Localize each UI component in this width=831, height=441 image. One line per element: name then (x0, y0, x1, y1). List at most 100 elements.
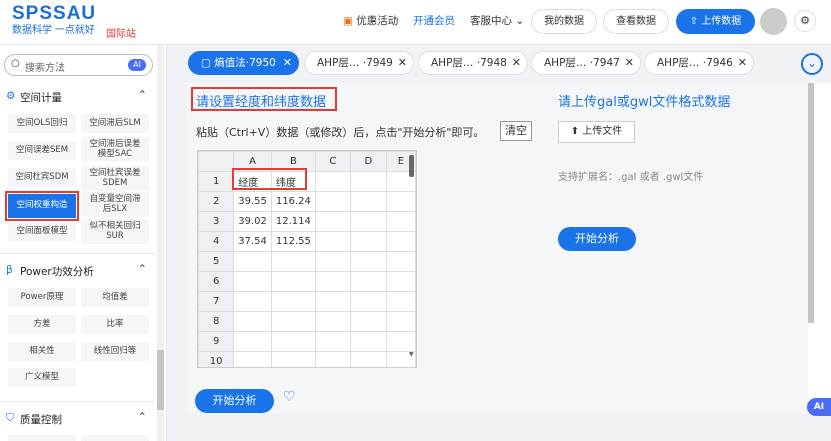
avatar[interactable] (760, 8, 787, 35)
section-spatial[interactable]: ⚙ 空间计量 ⌃ (0, 86, 155, 108)
tab[interactable]: AHP层… ·7948 ✕ (418, 51, 528, 75)
tab-active[interactable]: ▢ 熵值法·7950 ✕ (188, 51, 299, 75)
method-item[interactable] (8, 435, 76, 441)
start-analysis-button[interactable]: 开始分析 (195, 389, 274, 413)
cell[interactable] (233, 251, 272, 272)
view-data-button[interactable]: 查看数据 (603, 9, 669, 34)
scroll-down-arrow[interactable]: ▼ (409, 351, 414, 358)
cell[interactable]: 39.55 (233, 191, 272, 212)
cell[interactable] (385, 291, 416, 312)
cell[interactable] (349, 231, 387, 252)
method-item[interactable]: 空间杜宾误差SDEM (81, 166, 149, 191)
method-item[interactable]: 空间面板模型 (8, 222, 76, 241)
close-icon[interactable]: ✕ (283, 52, 292, 74)
cell[interactable] (349, 211, 387, 232)
method-item[interactable]: 空间滞后SLM (81, 114, 149, 133)
cell[interactable] (270, 311, 316, 332)
method-item[interactable]: 空间滞后误差模型SAC (81, 137, 149, 162)
cell[interactable] (314, 251, 351, 272)
lightbulb-icon[interactable]: ♡ (283, 389, 296, 405)
member-link[interactable]: 开通会员 (413, 13, 455, 28)
cell[interactable] (270, 271, 316, 292)
section-quality[interactable]: ⛉ 质量控制 ⌃ (0, 408, 155, 430)
cell[interactable] (385, 311, 416, 332)
method-item[interactable]: 空间OLS回归 (8, 114, 76, 133)
ai-badge[interactable]: AI (128, 59, 146, 71)
cell[interactable] (233, 351, 272, 367)
cell[interactable] (314, 331, 351, 352)
cell[interactable] (314, 231, 351, 252)
grid-scrollbar[interactable] (409, 155, 414, 177)
chevron-down-icon[interactable]: ⌄ (801, 53, 823, 75)
cell[interactable] (385, 331, 416, 352)
intl-site-link[interactable]: 国际站 (106, 25, 136, 40)
cell[interactable] (314, 211, 351, 232)
cell[interactable] (349, 351, 387, 367)
cell[interactable]: 116.24 (270, 191, 316, 212)
cell[interactable]: 37.54 (233, 231, 272, 252)
method-item[interactable]: 空间杜宾SDM (8, 168, 76, 187)
method-item[interactable]: 自变量空间滞后SLX (81, 192, 149, 217)
cell[interactable] (349, 171, 387, 192)
logo[interactable]: SPSSAU 数据科学 一点就好 国际站 (12, 4, 136, 41)
tab[interactable]: AHP层… ·7947 ✕ (531, 51, 641, 75)
cell[interactable] (314, 291, 351, 312)
cell[interactable] (349, 271, 387, 292)
cell[interactable] (385, 191, 416, 212)
search-box[interactable]: ○ 搜索方法 AI (4, 54, 153, 76)
cell[interactable] (349, 331, 387, 352)
cell[interactable] (349, 291, 387, 312)
method-item[interactable]: 方差 (8, 315, 76, 334)
cell[interactable] (233, 311, 272, 332)
cell[interactable] (270, 331, 316, 352)
cell[interactable] (270, 291, 316, 312)
cell[interactable] (349, 251, 387, 272)
cell[interactable] (349, 191, 387, 212)
sidebar-scrollbar[interactable] (157, 350, 164, 410)
service-menu[interactable]: 客服中心 ⌄ (470, 13, 524, 28)
section-power[interactable]: β Power功效分析 ⌃ (0, 260, 155, 282)
cell[interactable] (385, 271, 416, 292)
cell[interactable] (385, 211, 416, 232)
cell[interactable] (270, 351, 316, 367)
cell[interactable] (314, 311, 351, 332)
my-data-button[interactable]: 我的数据 (531, 9, 597, 34)
method-item[interactable]: Power原理 (8, 288, 76, 307)
method-item[interactable]: 均值差 (81, 288, 149, 307)
cell[interactable]: 12.114 (270, 211, 316, 232)
close-icon[interactable]: ✕ (738, 52, 747, 74)
method-item[interactable]: 线性回归等 (81, 342, 149, 361)
cell[interactable] (314, 191, 351, 212)
ai-float-button[interactable]: AI (807, 398, 831, 416)
method-item[interactable]: 似不相关回归SUR (81, 219, 149, 244)
cell[interactable] (314, 271, 351, 292)
start-analysis-button-right[interactable]: 开始分析 (558, 227, 636, 251)
cell[interactable] (233, 291, 272, 312)
close-icon[interactable]: ✕ (398, 52, 407, 74)
cell[interactable] (385, 231, 416, 252)
cell[interactable] (233, 271, 272, 292)
cell[interactable] (270, 251, 316, 272)
cell[interactable] (314, 351, 351, 367)
search-input[interactable]: 搜索方法 (25, 59, 65, 74)
method-item[interactable]: 空间误差SEM (8, 141, 76, 160)
method-item-selected[interactable]: 空间权重构造 (5, 191, 79, 221)
main-scrollbar[interactable] (808, 83, 814, 323)
upload-data-button[interactable]: ⇧ 上传数据 (676, 9, 755, 34)
method-item[interactable]: 比率 (81, 315, 149, 334)
method-item[interactable]: 相关性 (8, 342, 76, 361)
close-icon[interactable]: ✕ (512, 52, 521, 74)
cell[interactable] (349, 311, 387, 332)
cell[interactable]: 39.02 (233, 211, 272, 232)
cell[interactable] (385, 251, 416, 272)
method-item[interactable]: 广义模型 (8, 368, 76, 387)
cell[interactable] (314, 171, 351, 192)
cell[interactable]: 112.55 (270, 231, 316, 252)
clear-button[interactable]: 清空 (500, 121, 532, 141)
close-icon[interactable]: ✕ (625, 52, 634, 74)
data-grid[interactable]: A B C D E 1 经度 纬度 2 39.55 116.24 3 39.02 12.11… (197, 150, 417, 368)
tab[interactable]: AHP层… ·7946 ✕ (644, 51, 754, 75)
gear-icon[interactable]: ⚙ (794, 10, 816, 32)
upload-file-button[interactable]: ⬆ 上传文件 (558, 121, 635, 143)
promo-link[interactable]: ▣ 优惠活动 (343, 13, 398, 28)
